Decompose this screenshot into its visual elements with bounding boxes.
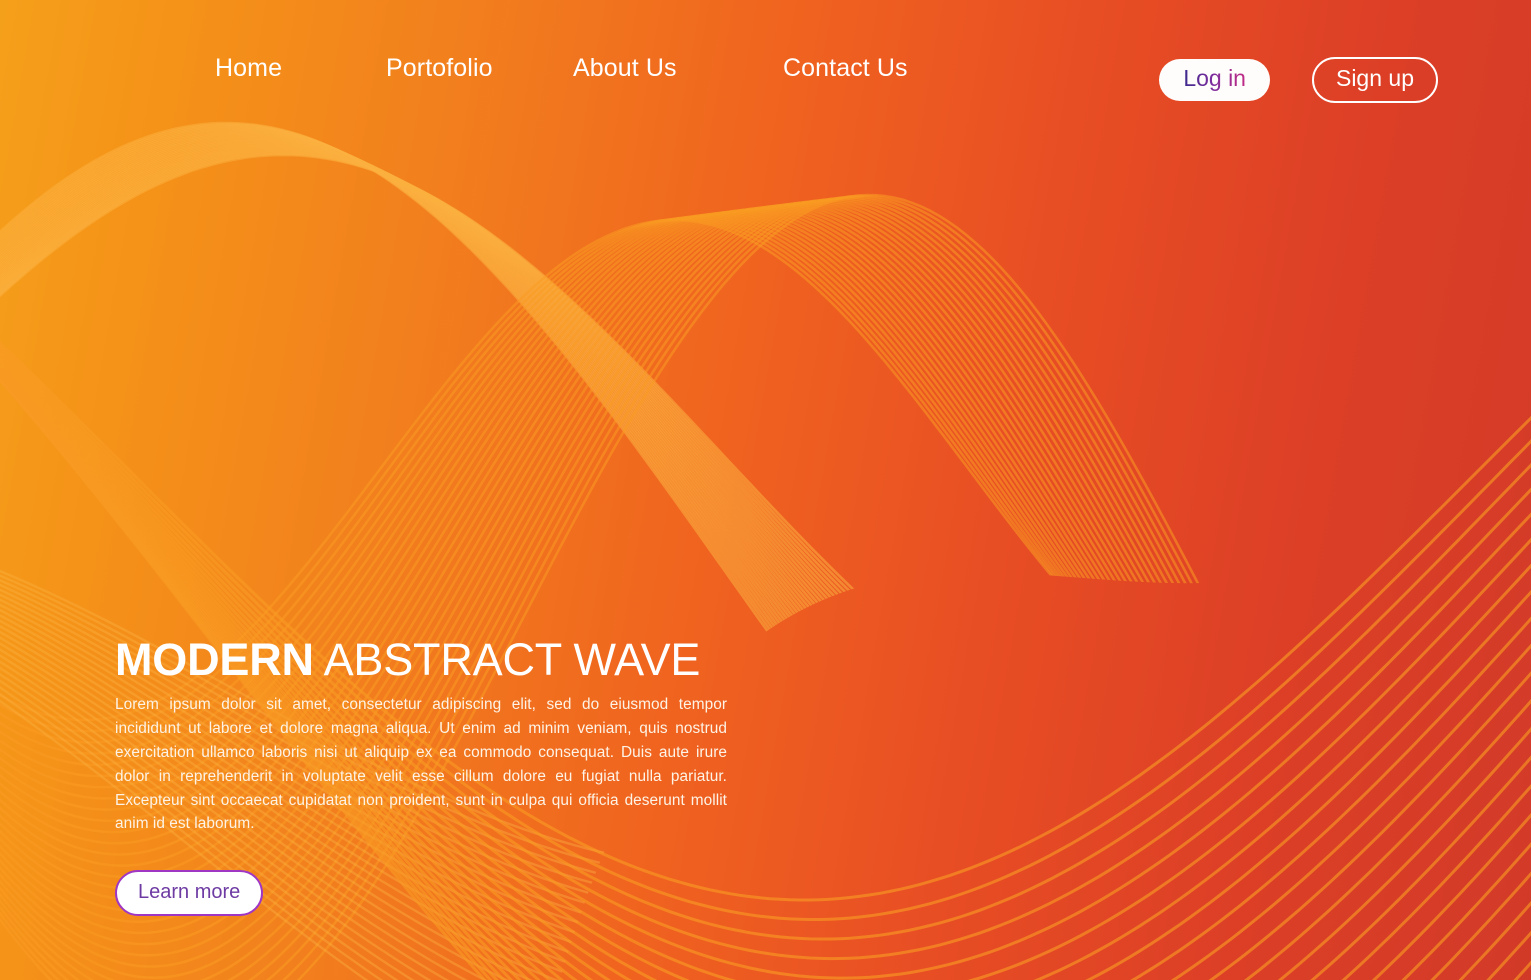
page-title-light: ABSTRACT WAVE — [313, 634, 701, 685]
nav-link-label[interactable]: Home — [215, 54, 282, 82]
nav-actions: Log in Sign up — [1159, 56, 1438, 103]
login-button[interactable]: Log in — [1159, 59, 1270, 101]
login-button-label: Log in — [1183, 65, 1246, 91]
nav-link-label[interactable]: Portofolio — [386, 54, 493, 82]
nav-item-about-us[interactable]: About Us — [573, 56, 783, 81]
hero-content: MODERN ABSTRACT WAVE Lorem ipsum dolor s… — [115, 636, 727, 917]
landing-page: Home Portofolio About Us Contact Us Log … — [0, 0, 1531, 980]
page-title-bold: MODERN — [115, 634, 314, 685]
signup-button[interactable]: Sign up — [1311, 57, 1438, 103]
page-title: MODERN ABSTRACT WAVE — [115, 636, 727, 684]
learn-more-button-label: Learn more — [138, 881, 241, 904]
learn-more-button[interactable]: Learn more — [115, 870, 264, 917]
nav-link-label[interactable]: Contact Us — [783, 54, 908, 82]
top-navigation: Home Portofolio About Us Contact Us Log … — [0, 0, 1531, 150]
hero-paragraph: Lorem ipsum dolor sit amet, consectetur … — [115, 695, 727, 833]
nav-item-portofolio[interactable]: Portofolio — [386, 56, 573, 81]
nav-link-label[interactable]: About Us — [573, 54, 677, 82]
signup-button-label: Sign up — [1335, 65, 1414, 91]
nav-links: Home Portofolio About Us Contact Us — [215, 56, 993, 81]
nav-item-home[interactable]: Home — [215, 56, 386, 81]
nav-item-contact-us[interactable]: Contact Us — [783, 56, 993, 81]
